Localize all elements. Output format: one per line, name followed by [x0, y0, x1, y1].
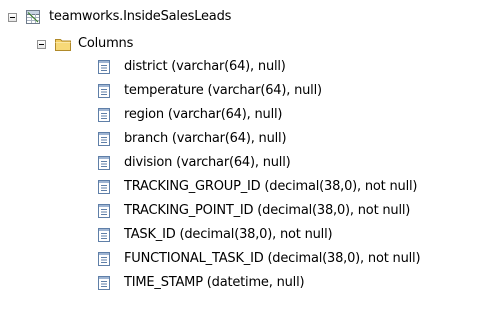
- column-label: TIME_STAMP (datetime, null): [124, 275, 305, 290]
- column-icon: [98, 60, 110, 74]
- column-icon: [98, 156, 110, 170]
- tree-node-column[interactable]: TRACKING_POINT_ID (decimal(38,0), not nu…: [96, 199, 410, 223]
- tree-node-column[interactable]: temperature (varchar(64), null): [96, 79, 322, 103]
- tree-node-column[interactable]: TIME_STAMP (datetime, null): [96, 271, 305, 295]
- column-label: region (varchar(64), null): [124, 107, 283, 122]
- column-label: district (varchar(64), null): [124, 59, 286, 74]
- column-label: temperature (varchar(64), null): [124, 83, 322, 98]
- folder-label: Columns: [78, 36, 134, 51]
- column-icon: [98, 276, 110, 290]
- column-label: branch (varchar(64), null): [124, 131, 287, 146]
- tree-node-column[interactable]: FUNCTIONAL_TASK_ID (decimal(38,0), not n…: [96, 247, 421, 271]
- collapse-toggle[interactable]: [37, 39, 46, 49]
- tree-node-column[interactable]: district (varchar(64), null): [96, 55, 286, 79]
- object-explorer-tree: teamworks.InsideSalesLeads Columns distr…: [0, 0, 497, 310]
- column-label: division (varchar(64), null): [124, 155, 291, 170]
- column-icon: [98, 204, 110, 218]
- column-label: FUNCTIONAL_TASK_ID (decimal(38,0), not n…: [124, 251, 421, 266]
- column-label: TRACKING_GROUP_ID (decimal(38,0), not nu…: [124, 179, 418, 194]
- collapse-toggle[interactable]: [8, 12, 17, 22]
- column-icon: [98, 180, 110, 194]
- tree-node-columns-folder[interactable]: Columns: [37, 32, 133, 56]
- column-label: TRACKING_POINT_ID (decimal(38,0), not nu…: [124, 203, 411, 218]
- column-label: TASK_ID (decimal(38,0), not null): [124, 227, 333, 242]
- tree-node-column[interactable]: TASK_ID (decimal(38,0), not null): [96, 223, 333, 247]
- table-name: teamworks.InsideSalesLeads: [49, 9, 232, 24]
- tree-node-column[interactable]: region (varchar(64), null): [96, 103, 282, 127]
- column-icon: [98, 252, 110, 266]
- column-icon: [98, 228, 110, 242]
- tree-node-column[interactable]: TRACKING_GROUP_ID (decimal(38,0), not nu…: [96, 175, 417, 199]
- column-icon: [98, 108, 110, 122]
- table-icon: [26, 10, 40, 24]
- column-icon: [98, 132, 110, 146]
- column-icon: [98, 84, 110, 98]
- tree-node-table[interactable]: teamworks.InsideSalesLeads: [8, 5, 231, 29]
- tree-node-column[interactable]: division (varchar(64), null): [96, 151, 291, 175]
- folder-icon: [55, 39, 71, 51]
- tree-node-column[interactable]: branch (varchar(64), null): [96, 127, 287, 151]
